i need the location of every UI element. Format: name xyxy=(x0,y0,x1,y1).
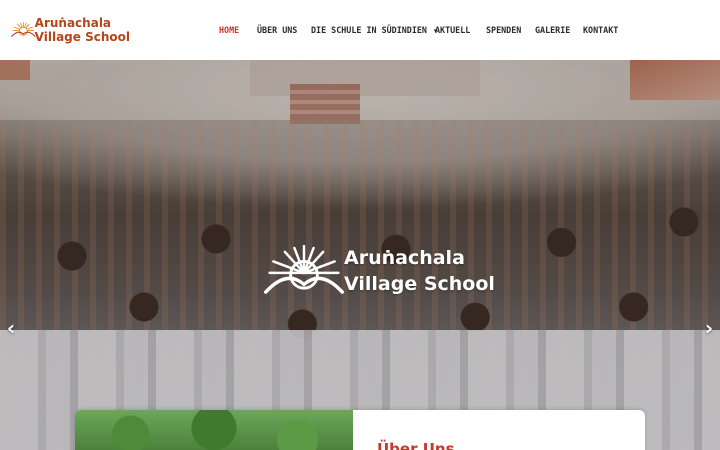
slider-prev-button[interactable]: ‹ xyxy=(3,316,19,340)
nav-home[interactable]: Home xyxy=(219,25,239,35)
about-card: Über Uns xyxy=(75,410,645,450)
nav-home-label: Home xyxy=(219,25,240,35)
logo-line2: Village School xyxy=(34,30,130,44)
nav-die-schule-label: Die Schule in Südindien xyxy=(311,25,427,35)
about-card-title: Über Uns xyxy=(377,440,455,450)
nav-spenden-label: Spenden xyxy=(486,25,522,35)
about-card-photo xyxy=(75,410,353,450)
nav-galerie-label: Galerie xyxy=(535,25,571,35)
hero-logo-line1: Aruṅachala xyxy=(344,247,465,269)
nav-galerie[interactable]: Galerie xyxy=(535,25,570,35)
logo-line1: Aruṅachala xyxy=(34,16,112,30)
slider-next-button[interactable]: › xyxy=(701,316,717,340)
nav-kontakt[interactable]: Kontakt xyxy=(583,25,618,35)
nav-kontakt-label: Kontakt xyxy=(583,25,619,35)
nav-spenden[interactable]: Spenden xyxy=(486,25,521,35)
chevron-left-icon: ‹ xyxy=(6,316,16,340)
hero-logo-line2: Village School xyxy=(344,273,495,295)
nav-ueber-uns-label: Über uns xyxy=(257,25,298,35)
chevron-right-icon: › xyxy=(704,316,714,340)
nav-aktuell-label: Aktuell xyxy=(435,25,471,35)
sun-hill-logo-icon xyxy=(264,244,344,294)
nav-die-schule[interactable]: Die Schule in Südindien ▾ xyxy=(311,25,438,35)
sun-hill-logo-icon xyxy=(11,22,36,37)
hero-slider: Aruṅachala Village School ‹ › xyxy=(0,60,720,450)
nav-aktuell[interactable]: Aktuell xyxy=(435,25,470,35)
site-header: Aruṅachala Village School Home Über uns … xyxy=(0,0,720,60)
nav-ueber-uns[interactable]: Über uns xyxy=(257,25,297,35)
hero-logo: Aruṅachala Village School xyxy=(260,238,495,304)
site-logo[interactable]: Aruṅachala Village School xyxy=(10,12,130,48)
